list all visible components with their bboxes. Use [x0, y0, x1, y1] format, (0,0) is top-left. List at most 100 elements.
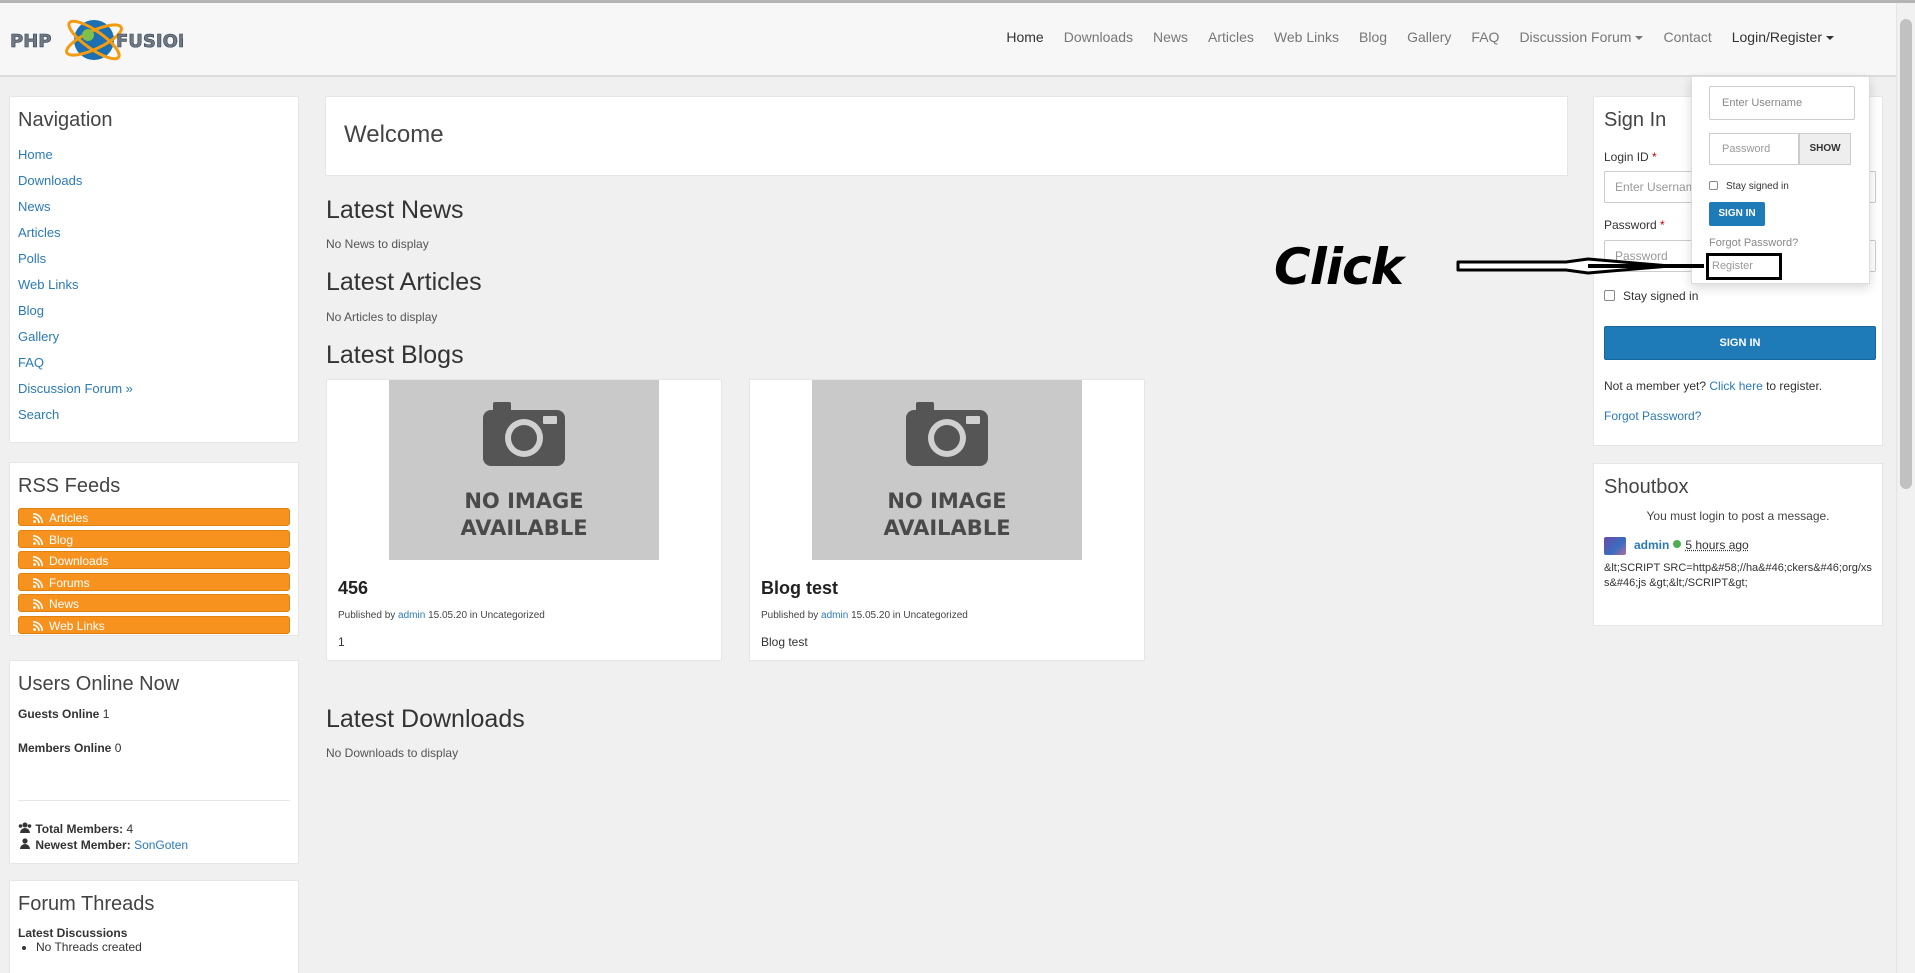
topnav-news[interactable]: News — [1143, 29, 1198, 45]
rss-news-button[interactable]: News — [18, 594, 290, 612]
dropdown-username-input[interactable]: Enter Username — [1709, 86, 1855, 120]
blog-author-link[interactable]: admin — [821, 610, 848, 621]
scrollbar-thumb[interactable] — [1900, 19, 1912, 489]
shout-timestamp: 5 hours ago — [1685, 538, 1749, 553]
divider — [18, 800, 290, 801]
sidebar-item-polls[interactable]: Polls — [18, 246, 290, 272]
online-status-icon — [1673, 540, 1682, 549]
topnav-blog[interactable]: Blog — [1349, 29, 1397, 45]
shout-author-link[interactable]: admin — [1634, 538, 1669, 552]
topnav-faq[interactable]: FAQ — [1461, 29, 1509, 45]
rss-label: Forums — [49, 575, 90, 590]
no-image-placeholder[interactable]: NO IMAGE AVAILABLE — [389, 380, 659, 560]
dropdown-forgot-password-link[interactable]: Forgot Password? — [1709, 237, 1798, 249]
topnav-articles[interactable]: Articles — [1198, 29, 1264, 45]
guests-online-count: 1 — [102, 707, 110, 721]
svg-text:FUSION: FUSION — [116, 31, 183, 52]
sidebar-item-home[interactable]: Home — [18, 142, 290, 168]
required-marker: * — [1660, 218, 1665, 232]
dropdown-register-link[interactable]: Register — [1706, 253, 1782, 280]
shout-message: &lt;SCRIPT SRC=http&#58;//ha&#46;ckers&#… — [1604, 562, 1872, 589]
forgot-password-link[interactable]: Forgot Password? — [1604, 409, 1701, 423]
topnav-login-register-label: Login/Register — [1731, 29, 1822, 45]
register-link[interactable]: Click here — [1709, 379, 1762, 393]
sidebar-item-articles[interactable]: Articles — [18, 220, 290, 246]
dropdown-sign-in-button[interactable]: SIGN IN — [1709, 202, 1765, 226]
topnav-web-links[interactable]: Web Links — [1264, 29, 1349, 45]
rss-downloads-button[interactable]: Downloads — [18, 551, 290, 569]
blog-post-meta: Published by admin 15.05.20 in Uncategor… — [338, 610, 545, 621]
blog-post-title[interactable]: Blog test — [761, 578, 838, 599]
sidebar-item-discussion-forum[interactable]: Discussion Forum » — [18, 376, 290, 402]
blog-post-meta: Published by admin 15.05.20 in Uncategor… — [761, 610, 968, 621]
page-scrollbar[interactable] — [1896, 3, 1915, 973]
sidebar-item-search[interactable]: Search — [18, 402, 290, 428]
dropdown-password-input[interactable]: Password — [1709, 133, 1799, 165]
show-password-button[interactable]: SHOW — [1799, 133, 1851, 165]
user-icon — [20, 838, 30, 849]
sidebar-item-downloads[interactable]: Downloads — [18, 168, 290, 194]
latest-news-title: Latest News — [326, 196, 464, 224]
rss-forums-button[interactable]: Forums — [18, 572, 290, 591]
dropdown-stay-checkbox[interactable] — [1709, 181, 1718, 190]
topnav-home[interactable]: Home — [996, 29, 1053, 45]
camera-icon — [483, 402, 565, 466]
not-member-label: Not a member yet? — [1604, 379, 1707, 393]
blog-post-body: 1 — [338, 635, 345, 649]
sidebar-item-web-links[interactable]: Web Links — [18, 272, 290, 298]
latest-articles-empty: No Articles to display — [326, 310, 438, 324]
members-online-row: Members Online 0 — [18, 740, 290, 756]
sidebar-item-blog[interactable]: Blog — [18, 298, 290, 324]
blog-author-link[interactable]: admin — [398, 610, 425, 621]
rss-articles-button[interactable]: Articles — [18, 508, 290, 526]
rss-blog-button[interactable]: Blog — [18, 529, 290, 548]
rss-icon — [33, 599, 43, 609]
topnav-downloads[interactable]: Downloads — [1054, 29, 1143, 45]
dropdown-stay-signed-in[interactable]: Stay signed in — [1709, 181, 1789, 192]
blog-card: NO IMAGE AVAILABLE 456 Published by admi… — [326, 379, 722, 661]
stay-signed-in-checkbox[interactable] — [1604, 290, 1615, 301]
sidebar-item-faq[interactable]: FAQ — [18, 350, 290, 376]
topnav-gallery[interactable]: Gallery — [1397, 29, 1461, 45]
rss-label: News — [49, 597, 80, 611]
not-member-text: Not a member yet? Click here to register… — [1604, 379, 1822, 393]
sidebar-item-gallery[interactable]: Gallery — [18, 324, 290, 350]
rss-web-links-button[interactable]: Web Links — [18, 615, 290, 634]
blog-post-title[interactable]: 456 — [338, 578, 368, 599]
no-image-text: NO IMAGE AVAILABLE — [389, 488, 659, 542]
rss-label: Downloads — [49, 554, 109, 568]
sidebar-item-news[interactable]: News — [18, 194, 290, 220]
total-members-label: Total Members: — [35, 822, 124, 836]
published-by-label: Published by — [761, 610, 819, 621]
blog-post-body: Blog test — [761, 635, 808, 649]
avatar[interactable] — [1604, 537, 1626, 555]
latest-discussions-label: Latest Discussions — [18, 926, 128, 940]
newest-member-link[interactable]: SonGoten — [134, 838, 188, 852]
no-image-line1: NO IMAGE — [887, 489, 1007, 513]
rss-icon — [33, 534, 43, 545]
php-fusion-logo[interactable]: PHP FUSION — [8, 13, 183, 67]
total-members-count: 4 — [126, 822, 134, 836]
shoutbox-login-notice: You must login to post a message. — [1646, 509, 1830, 523]
blog-post-date: 15.05.20 in Uncategorized — [851, 610, 968, 621]
chevron-down-icon — [1635, 36, 1644, 41]
no-image-text: NO IMAGE AVAILABLE — [812, 488, 1082, 542]
camera-icon — [906, 402, 988, 466]
rss-title: RSS Feeds — [18, 475, 121, 497]
stay-signed-in-row[interactable]: Stay signed in — [1604, 289, 1698, 303]
topnav-discussion-forum[interactable]: Discussion Forum — [1509, 29, 1653, 45]
latest-downloads-title: Latest Downloads — [326, 705, 525, 733]
latest-blogs-title: Latest Blogs — [326, 341, 464, 369]
rss-icon — [33, 556, 43, 566]
topnav-login-register[interactable]: Login/Register — [1722, 29, 1844, 45]
topnav-contact[interactable]: Contact — [1653, 29, 1721, 45]
list-item: No Threads created — [36, 940, 290, 954]
no-image-placeholder[interactable]: NO IMAGE AVAILABLE — [812, 380, 1082, 560]
password-label-text: Password — [1604, 218, 1657, 232]
navigation-panel: Navigation Home Downloads News Articles … — [9, 96, 299, 443]
sign-in-button[interactable]: SIGN IN — [1604, 326, 1876, 360]
welcome-panel: Welcome — [325, 96, 1568, 176]
no-image-line2: AVAILABLE — [460, 516, 588, 540]
newest-member-row: Newest Member: SonGoten — [18, 837, 290, 853]
to-register-label: to register. — [1766, 379, 1823, 393]
